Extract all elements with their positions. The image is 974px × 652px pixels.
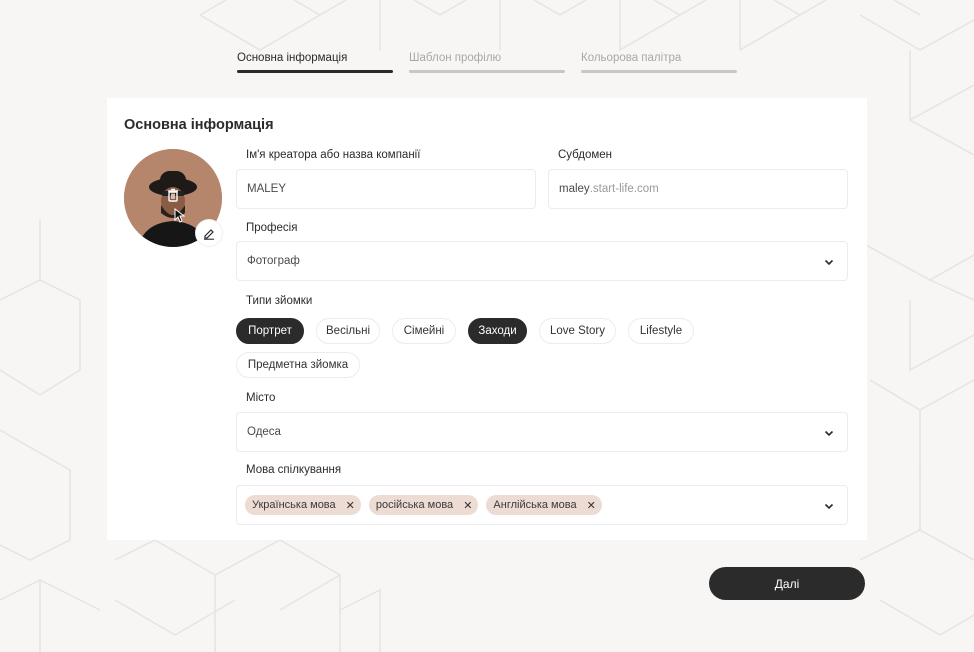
- subdomain-suffix: .start-life.com: [589, 183, 659, 195]
- profession-value: Фотограф: [247, 255, 300, 267]
- city-value: Одеса: [247, 426, 281, 438]
- language-tag-label: російська мова: [375, 499, 454, 511]
- step-label: Шаблон профілю: [409, 52, 502, 64]
- pencil-icon: [204, 229, 214, 240]
- card-title: Основна інформація: [124, 117, 274, 133]
- step-progress-bar: [409, 70, 565, 73]
- subdomain-label: Субдомен: [558, 149, 613, 161]
- chip-events[interactable]: Заходи: [468, 318, 527, 344]
- language-tag: російська мова ✕: [368, 495, 479, 515]
- language-tag: Англійська мова ✕: [486, 495, 602, 515]
- chevron-down-icon: [824, 503, 834, 510]
- city-select[interactable]: Одеса: [236, 412, 848, 452]
- step-profile-template[interactable]: Шаблон профілю: [409, 52, 565, 73]
- chip-love-story[interactable]: Love Story: [539, 318, 616, 344]
- step-color-palette[interactable]: Кольорова палітра: [581, 52, 737, 73]
- language-tag-label: Українська мова: [252, 499, 336, 511]
- chevron-down-icon: [824, 430, 834, 437]
- step-progress-bar: [581, 70, 737, 73]
- trash-icon: [168, 188, 178, 202]
- creator-name-input[interactable]: MALEY: [236, 169, 536, 209]
- step-label: Кольорова палітра: [581, 52, 682, 64]
- creator-name-label: Ім'я креатора або назва компанії: [246, 149, 421, 161]
- chip-product-shoot[interactable]: Предметна зйомка: [236, 352, 360, 378]
- delete-photo-button[interactable]: [165, 187, 181, 203]
- language-tag: Українська мова ✕: [245, 495, 361, 515]
- chip-family[interactable]: Сімейні: [392, 318, 456, 344]
- profession-select[interactable]: Фотограф: [236, 241, 848, 281]
- step-label: Основна інформація: [237, 52, 348, 64]
- language-tag-label: Англійська мова: [493, 499, 577, 511]
- subdomain-value: maley: [559, 183, 590, 195]
- chevron-down-icon: [824, 259, 834, 266]
- remove-tag-icon[interactable]: ✕: [463, 499, 472, 512]
- next-button[interactable]: Далі: [709, 567, 865, 600]
- step-progress-bar: [237, 70, 393, 73]
- languages-multiselect[interactable]: Українська мова ✕ російська мова ✕ Англі…: [236, 485, 848, 525]
- languages-label: Мова спілкування: [246, 464, 342, 476]
- step-basic-info[interactable]: Основна інформація: [237, 52, 393, 73]
- mouse-pointer-icon: [174, 207, 186, 228]
- creator-name-value: MALEY: [247, 183, 286, 195]
- profession-label: Професія: [246, 222, 298, 234]
- subdomain-input[interactable]: maley .start-life.com: [548, 169, 848, 209]
- remove-tag-icon[interactable]: ✕: [587, 499, 596, 512]
- chip-lifestyle[interactable]: Lifestyle: [628, 318, 694, 344]
- city-label: Місто: [246, 392, 276, 404]
- stepper: Основна інформація Шаблон профілю Кольор…: [237, 52, 737, 73]
- remove-tag-icon[interactable]: ✕: [346, 499, 355, 512]
- chip-wedding[interactable]: Весільні: [316, 318, 380, 344]
- chip-portrait[interactable]: Портрет: [236, 318, 304, 344]
- shoot-types-label: Типи зйомки: [246, 295, 313, 307]
- edit-photo-button[interactable]: [196, 220, 222, 246]
- basic-info-card: Основна інформація Ім'я креатора або наз…: [107, 98, 867, 540]
